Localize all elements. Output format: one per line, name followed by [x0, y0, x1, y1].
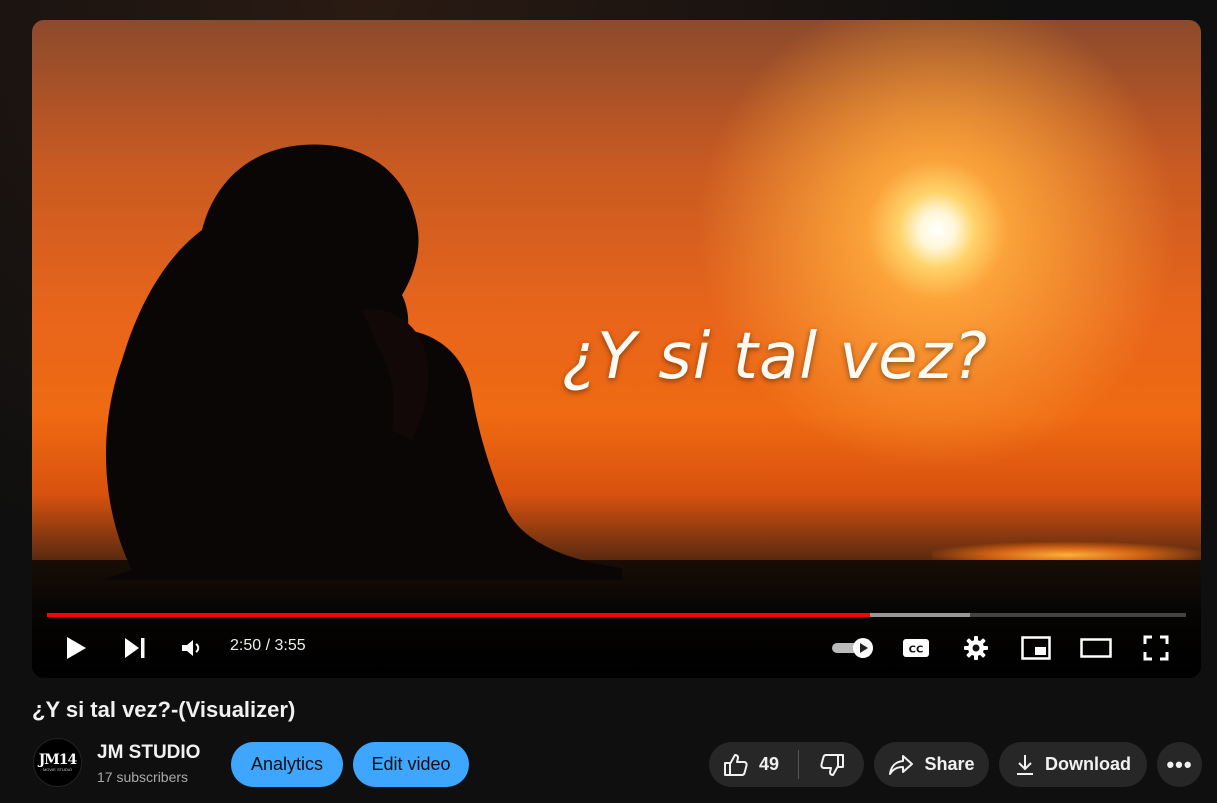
volume-button[interactable]	[172, 628, 212, 668]
theater-mode-button[interactable]	[1075, 628, 1117, 668]
time-display: 2:50 / 3:55	[230, 637, 306, 654]
settings-button[interactable]	[955, 628, 997, 668]
more-actions-button[interactable]: •••	[1157, 742, 1202, 787]
analytics-label: Analytics	[250, 754, 324, 774]
played-bar	[47, 613, 871, 617]
svg-text:CC: CC	[909, 645, 924, 656]
edit-video-button[interactable]: Edit video	[353, 742, 469, 787]
more-icon: •••	[1166, 751, 1193, 777]
play-icon	[67, 637, 86, 659]
miniplayer-button[interactable]	[1015, 628, 1057, 668]
autoplay-toggle[interactable]	[828, 628, 878, 668]
like-count: 49	[759, 754, 780, 774]
share-button[interactable]: Share	[874, 742, 989, 787]
channel-name[interactable]: JM STUDIO	[97, 742, 200, 764]
avatar-logo-text: JM14	[38, 751, 78, 768]
video-player[interactable]: ¿Y si tal vez? 2:50 / 3:55 CC	[32, 20, 1201, 678]
captions-button[interactable]: CC	[895, 628, 937, 668]
dislike-icon	[819, 753, 844, 776]
download-label: Download	[1045, 754, 1131, 774]
channel-avatar[interactable]: JM14 MOVIE STUDIO	[33, 738, 82, 787]
miniplayer-icon	[1021, 636, 1051, 660]
edit-video-label: Edit video	[371, 754, 451, 774]
subscriber-count: 17 subscribers	[97, 769, 189, 785]
progress-bar[interactable]	[47, 613, 1186, 617]
download-button[interactable]: Download	[999, 742, 1147, 787]
captions-icon: CC	[903, 639, 929, 657]
like-button[interactable]: 49	[709, 742, 798, 787]
like-dislike-group: 49	[709, 742, 864, 787]
autoplay-toggle-icon	[832, 638, 873, 658]
fullscreen-button[interactable]	[1135, 628, 1177, 668]
fullscreen-icon	[1143, 635, 1169, 661]
like-icon	[724, 753, 748, 776]
share-icon	[888, 754, 914, 776]
video-title: ¿Y si tal vez?-(Visualizer)	[32, 697, 296, 722]
volume-icon	[182, 640, 200, 656]
analytics-button[interactable]: Analytics	[231, 742, 343, 787]
avatar-logo-subtext: MOVIE STUDIO	[42, 766, 73, 772]
share-label: Share	[924, 754, 975, 774]
watch-page: ¿Y si tal vez? 2:50 / 3:55 CC ¿Y si tal …	[0, 0, 1217, 803]
theater-icon	[1080, 638, 1112, 658]
play-button[interactable]	[55, 628, 97, 668]
download-icon	[1015, 754, 1035, 776]
next-button[interactable]	[115, 628, 155, 668]
video-overlay-title: ¿Y si tal vez?	[562, 320, 989, 394]
next-icon	[125, 638, 145, 658]
dislike-button[interactable]	[799, 742, 864, 787]
settings-icon	[964, 636, 988, 660]
